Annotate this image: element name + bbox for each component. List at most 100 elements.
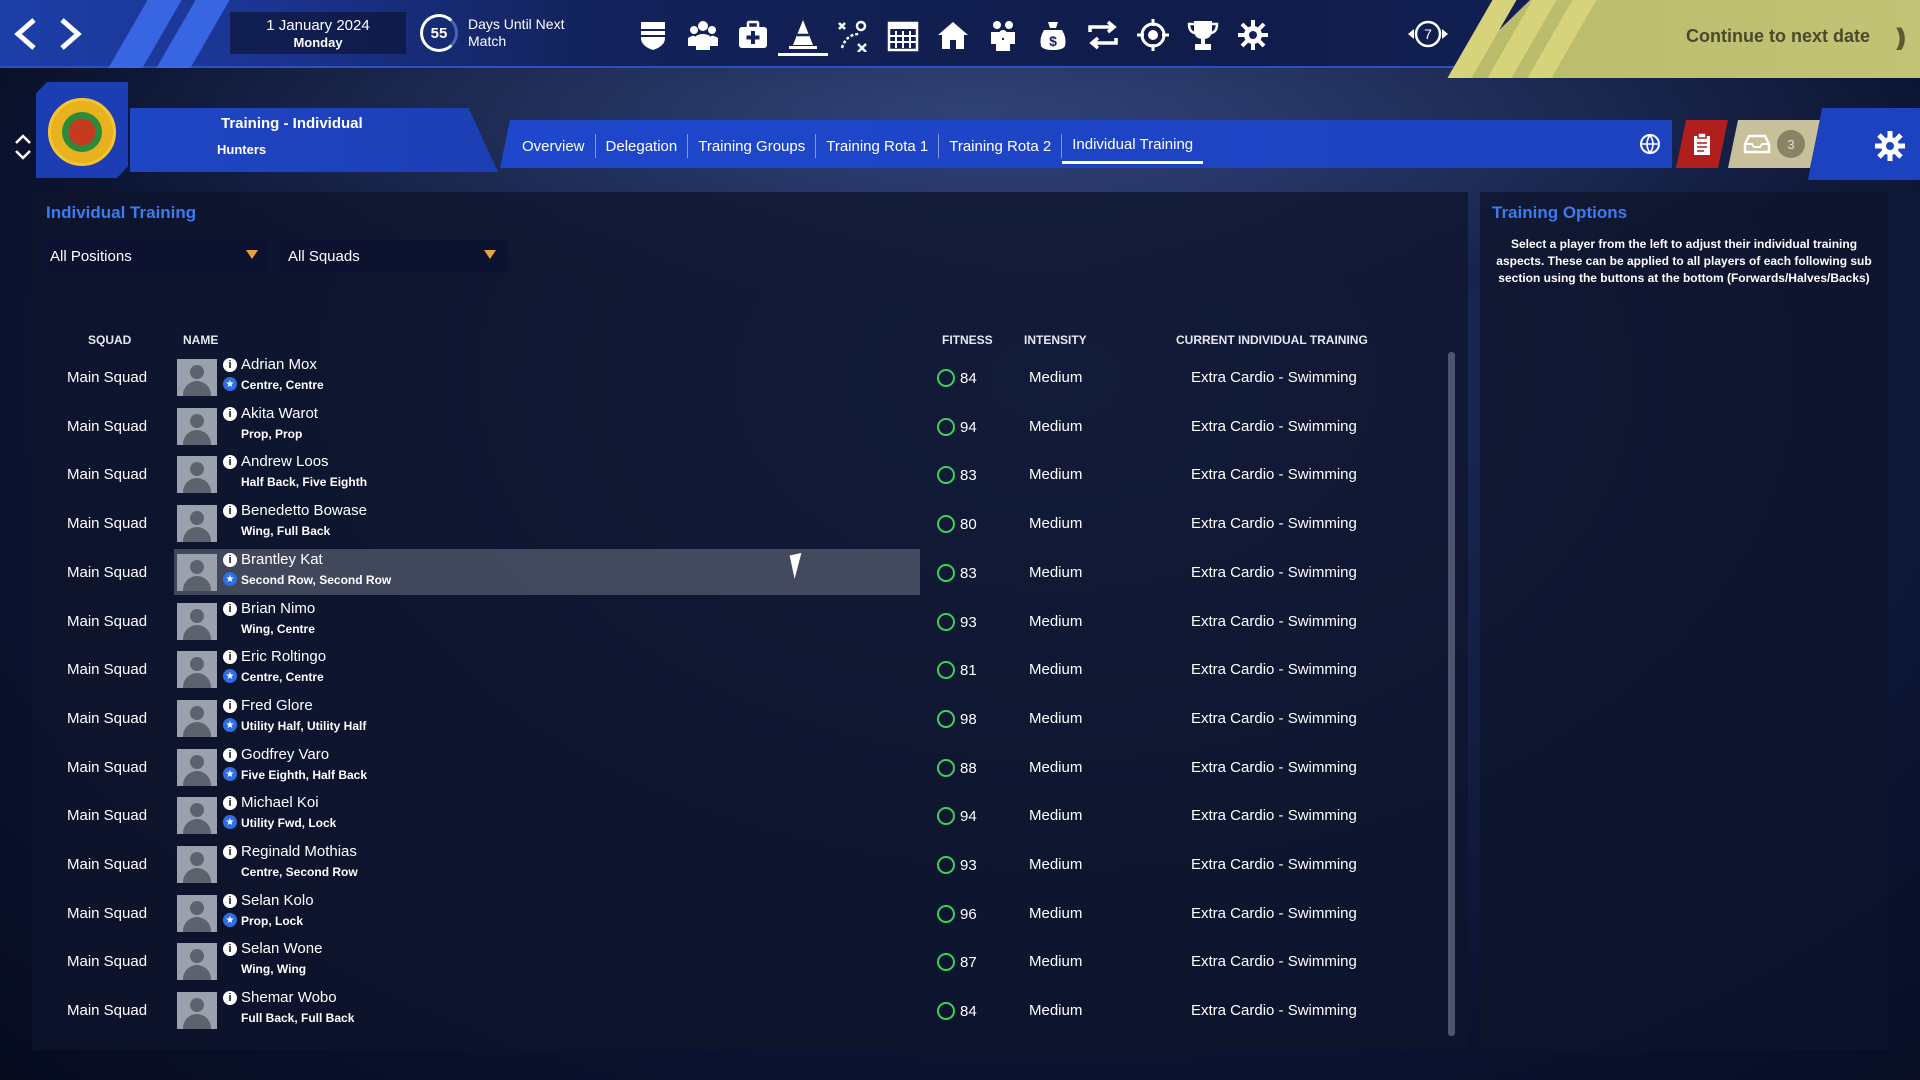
player-intensity[interactable]: Medium	[1029, 369, 1082, 386]
trophy-icon[interactable]	[1178, 14, 1228, 56]
player-intensity[interactable]: Medium	[1029, 515, 1082, 532]
player-training[interactable]: Extra Cardio - Swimming	[1191, 710, 1357, 727]
player-training[interactable]: Extra Cardio - Swimming	[1191, 807, 1357, 824]
squad-icon[interactable]	[678, 14, 728, 56]
tab-overview[interactable]: Overview	[512, 128, 595, 164]
finances-icon[interactable]: $	[1028, 14, 1078, 56]
player-training[interactable]: Extra Cardio - Swimming	[1191, 369, 1357, 386]
table-row[interactable]: Main Squad i Andrew Loos Half Back, Five Ei…	[56, 451, 1436, 499]
player-intensity[interactable]: Medium	[1029, 1002, 1082, 1019]
tab-individual-training[interactable]: Individual Training	[1062, 128, 1204, 164]
avatar[interactable]	[177, 846, 217, 883]
avatar[interactable]	[177, 603, 217, 640]
table-row[interactable]: Main Squad i Brantley Kat ★ Second Row, Seco…	[56, 549, 1436, 597]
player-name[interactable]: Brantley Kat	[241, 551, 323, 568]
info-icon[interactable]: i	[223, 553, 237, 567]
player-intensity[interactable]: Medium	[1029, 466, 1082, 483]
info-icon[interactable]: i	[223, 504, 237, 518]
player-training[interactable]: Extra Cardio - Swimming	[1191, 418, 1357, 435]
club-badge[interactable]	[48, 98, 116, 166]
current-date[interactable]: 1 January 2024 Monday	[230, 12, 406, 54]
scouting-icon[interactable]	[1128, 14, 1178, 56]
tab-training-rota-2[interactable]: Training Rota 2	[939, 128, 1061, 164]
table-row[interactable]: Main Squad i Eric Roltingo ★ Centre, Centre 8…	[56, 646, 1436, 694]
player-training[interactable]: Extra Cardio - Swimming	[1191, 564, 1357, 581]
clipboard-icon[interactable]	[1676, 120, 1728, 168]
avatar[interactable]	[177, 554, 217, 591]
positions-filter[interactable]: All Positions	[42, 240, 270, 272]
column-header-intensity[interactable]: INTENSITY	[1024, 333, 1087, 347]
globe-icon[interactable]	[1624, 120, 1676, 168]
table-row[interactable]: Main Squad i Reginald Mothias Centre, Secon…	[56, 841, 1436, 889]
info-icon[interactable]: i	[223, 748, 237, 762]
info-icon[interactable]: i	[223, 991, 237, 1005]
column-header-squad[interactable]: SQUAD	[88, 333, 131, 347]
table-row[interactable]: Main Squad i Benedetto Bowase Wing, Full Ba…	[56, 500, 1436, 548]
squads-filter[interactable]: All Squads	[280, 240, 508, 272]
player-name[interactable]: Reginald Mothias	[241, 843, 357, 860]
column-header-training[interactable]: CURRENT INDIVIDUAL TRAINING	[1176, 333, 1368, 347]
player-name[interactable]: Benedetto Bowase	[241, 502, 367, 519]
player-training[interactable]: Extra Cardio - Swimming	[1191, 1002, 1357, 1019]
training-cone-icon[interactable]	[778, 14, 828, 56]
player-training[interactable]: Extra Cardio - Swimming	[1191, 905, 1357, 922]
player-training[interactable]: Extra Cardio - Swimming	[1191, 953, 1357, 970]
table-row[interactable]: Main Squad i Adrian Mox ★ Centre, Centre 84 Me…	[56, 354, 1436, 402]
days-until-match[interactable]: 55 Days Until Next Match	[420, 10, 590, 56]
player-name[interactable]: Fred Glore	[241, 697, 313, 714]
shield-icon[interactable]	[628, 14, 678, 56]
tab-training-groups[interactable]: Training Groups	[688, 128, 815, 164]
info-icon[interactable]: i	[223, 894, 237, 908]
info-icon[interactable]: i	[223, 796, 237, 810]
table-row[interactable]: Main Squad i Brian Nimo Wing, Centre 93 Mediu…	[56, 598, 1436, 646]
avatar[interactable]	[177, 505, 217, 542]
avatar[interactable]	[177, 943, 217, 980]
avatar[interactable]	[177, 797, 217, 834]
forward-arrow-icon[interactable]	[50, 12, 90, 56]
tactics-icon[interactable]	[828, 14, 878, 56]
info-icon[interactable]: i	[223, 455, 237, 469]
info-icon[interactable]: i	[223, 407, 237, 421]
calendar-icon[interactable]	[878, 14, 928, 56]
player-training[interactable]: Extra Cardio - Swimming	[1191, 515, 1357, 532]
player-name[interactable]: Michael Koi	[241, 794, 319, 811]
back-arrow-icon[interactable]	[6, 12, 46, 56]
inbox-button[interactable]: 3	[1728, 120, 1820, 168]
player-name[interactable]: Godfrey Varo	[241, 746, 329, 763]
player-intensity[interactable]: Medium	[1029, 418, 1082, 435]
player-name[interactable]: Adrian Mox	[241, 356, 317, 373]
table-row[interactable]: Main Squad i Godfrey Varo ★ Five Eighth, Hal…	[56, 744, 1436, 792]
table-row[interactable]: Main Squad i Selan Wone Wing, Wing 87 Medium E…	[56, 938, 1436, 986]
player-name[interactable]: Brian Nimo	[241, 600, 315, 617]
avatar[interactable]	[177, 895, 217, 932]
player-name[interactable]: Selan Kolo	[241, 892, 314, 909]
medical-icon[interactable]	[728, 14, 778, 56]
up-down-arrows-icon[interactable]	[12, 130, 34, 164]
player-name[interactable]: Eric Roltingo	[241, 648, 326, 665]
player-intensity[interactable]: Medium	[1029, 953, 1082, 970]
column-header-fitness[interactable]: FITNESS	[942, 333, 993, 347]
player-name[interactable]: Selan Wone	[241, 940, 322, 957]
home-icon[interactable]	[928, 14, 978, 56]
info-icon[interactable]: i	[223, 699, 237, 713]
player-intensity[interactable]: Medium	[1029, 564, 1082, 581]
avatar[interactable]	[177, 651, 217, 688]
info-icon[interactable]: i	[223, 358, 237, 372]
avatar[interactable]	[177, 992, 217, 1029]
table-row[interactable]: Main Squad i Shemar Wobo Full Back, Full Ba…	[56, 987, 1436, 1035]
info-icon[interactable]: i	[223, 602, 237, 616]
gear-icon[interactable]	[1872, 128, 1908, 164]
info-icon[interactable]: i	[223, 942, 237, 956]
tab-training-rota-1[interactable]: Training Rota 1	[816, 128, 938, 164]
player-intensity[interactable]: Medium	[1029, 856, 1082, 873]
info-icon[interactable]: i	[223, 650, 237, 664]
staff-icon[interactable]	[978, 14, 1028, 56]
player-intensity[interactable]: Medium	[1029, 661, 1082, 678]
table-row[interactable]: Main Squad i Akita Warot Prop, Prop 94 Medium…	[56, 403, 1436, 451]
timeline-icon[interactable]: 7	[1406, 16, 1450, 52]
player-name[interactable]: Shemar Wobo	[241, 989, 337, 1006]
player-name[interactable]: Andrew Loos	[241, 453, 329, 470]
player-name[interactable]: Akita Warot	[241, 405, 318, 422]
player-intensity[interactable]: Medium	[1029, 759, 1082, 776]
player-intensity[interactable]: Medium	[1029, 710, 1082, 727]
